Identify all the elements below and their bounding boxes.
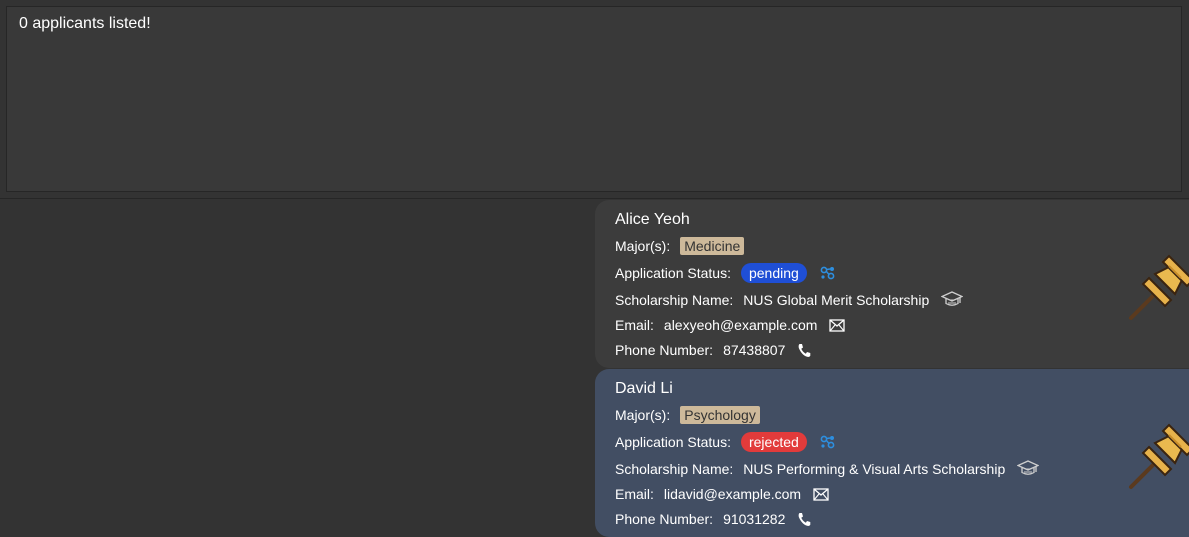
result-display: 0 applicants listed! [6, 6, 1182, 192]
envelope-icon [813, 487, 829, 501]
phone-icon [797, 343, 811, 358]
email-row: Email: alexyeoh@example.com [615, 313, 846, 337]
major-row: Major(s): Psychology [615, 403, 760, 427]
scholarship-label: Scholarship Name: [615, 461, 734, 477]
phone-row: Phone Number: 91031282 [615, 507, 811, 531]
major-chip: Medicine [680, 237, 745, 255]
status-badge: rejected [740, 432, 807, 452]
pushpin-icon[interactable] [1125, 244, 1189, 324]
phone-row: Phone Number: 87438807 [615, 338, 811, 362]
applicant-card[interactable]: Alice Yeoh Major(s): Medicine Applicatio… [595, 200, 1189, 368]
phone-label: Phone Number: [615, 342, 714, 358]
major-row: Major(s): Medicine [615, 234, 745, 258]
envelope-icon [829, 318, 846, 332]
applicant-card-selected[interactable]: David Li Major(s): Psychology Applicatio… [595, 369, 1189, 537]
status-label: Application Status: [615, 434, 731, 450]
major-label: Major(s): [615, 238, 671, 254]
scholarship-name: NUS Performing & Visual Arts Scholarship [743, 461, 1006, 477]
phone-value: 91031282 [723, 511, 786, 527]
major-chip: Psychology [680, 406, 760, 424]
email-label: Email: [615, 317, 654, 333]
email-row: Email: lidavid@example.com [615, 482, 829, 506]
status-row: Application Status: pending [615, 261, 837, 285]
scholarship-label: Scholarship Name: [615, 292, 734, 308]
email-label: Email: [615, 486, 654, 502]
status-network-icon [819, 434, 837, 450]
pushpin-icon[interactable] [1125, 413, 1189, 493]
applicant-name: David Li [615, 380, 673, 397]
email-value: lidavid@example.com [663, 486, 802, 502]
phone-label: Phone Number: [615, 511, 714, 527]
phone-icon [797, 512, 811, 527]
phone-value: 87438807 [723, 342, 786, 358]
email-value: alexyeoh@example.com [663, 317, 818, 333]
scholarship-row: Scholarship Name: NUS Performing & Visua… [615, 457, 1040, 481]
graduation-cap-icon [941, 291, 964, 309]
status-label: Application Status: [615, 265, 731, 281]
scholarship-row: Scholarship Name: NUS Global Merit Schol… [615, 288, 964, 312]
result-message: 0 applicants listed! [19, 15, 151, 32]
status-badge: pending [740, 263, 807, 283]
scholarship-name: NUS Global Merit Scholarship [743, 292, 930, 308]
applicant-name: Alice Yeoh [615, 211, 690, 228]
status-row: Application Status: rejected [615, 430, 837, 454]
major-label: Major(s): [615, 407, 671, 423]
graduation-cap-icon [1017, 460, 1040, 478]
status-network-icon [819, 265, 837, 281]
